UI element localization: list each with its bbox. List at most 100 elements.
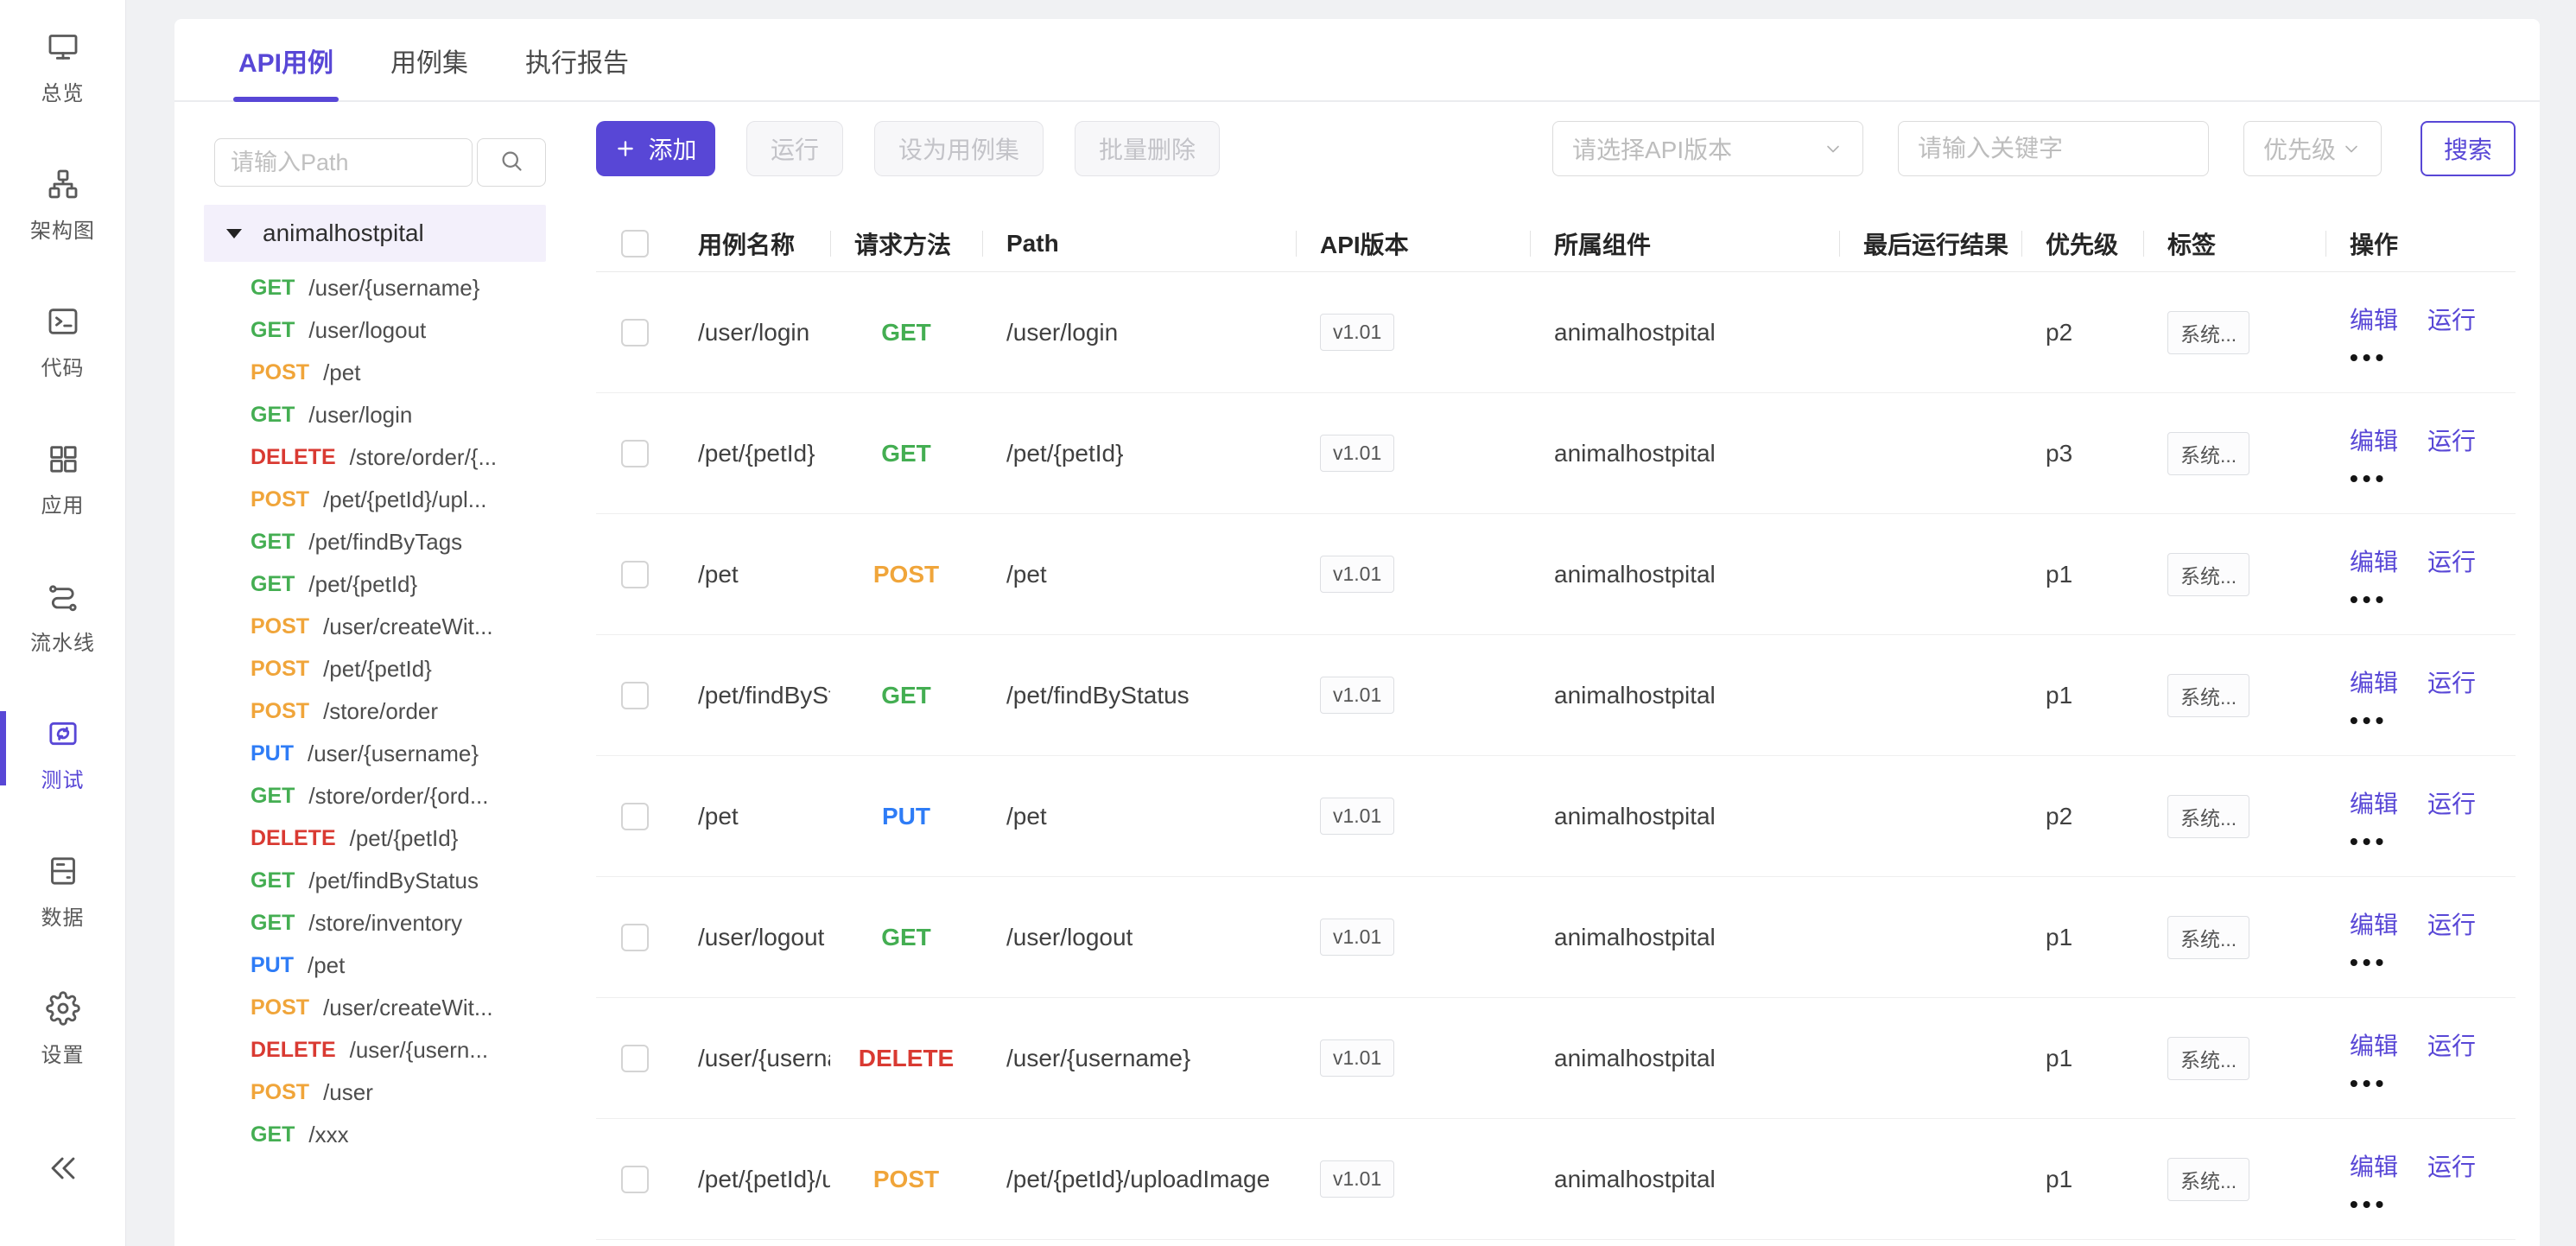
sidebar-item[interactable]: 代码 xyxy=(0,304,125,381)
add-button[interactable]: 添加 xyxy=(596,121,715,176)
tree-search-button[interactable] xyxy=(477,138,546,187)
run-button[interactable]: 运行 xyxy=(746,121,843,176)
data-icon xyxy=(46,854,80,893)
priority-select[interactable]: 优先级 xyxy=(2243,121,2382,176)
more-actions-icon[interactable]: ••• xyxy=(2350,352,2514,364)
tree-endpoint-item[interactable]: PUT /user/{username} xyxy=(214,733,546,775)
tag-badge: 系统... xyxy=(2167,432,2249,475)
sidebar-item-label: 设置 xyxy=(41,1038,85,1068)
sidebar-item[interactable]: 设置 xyxy=(0,991,125,1068)
row-checkbox[interactable] xyxy=(621,682,649,709)
tree-endpoint-item[interactable]: GET /store/order/{ord... xyxy=(214,775,546,817)
edit-link[interactable]: 编辑 xyxy=(2350,544,2398,578)
row-checkbox[interactable] xyxy=(621,924,649,951)
pipeline-icon xyxy=(46,579,80,618)
more-actions-icon[interactable]: ••• xyxy=(2350,473,2514,485)
edit-link[interactable]: 编辑 xyxy=(2350,302,2398,336)
run-link[interactable]: 运行 xyxy=(2427,785,2476,820)
tree-endpoint-item[interactable]: GET /user/login xyxy=(214,394,546,436)
sidebar-item-label: 流水线 xyxy=(30,626,95,656)
tree-endpoint-item[interactable]: GET /user/logout xyxy=(214,309,546,352)
row-checkbox[interactable] xyxy=(621,440,649,467)
sidebar-item[interactable]: 应用 xyxy=(0,442,125,518)
tree-endpoint-item[interactable]: POST /pet xyxy=(214,352,546,394)
tree-endpoint-item[interactable]: GET /xxx xyxy=(214,1114,546,1156)
tree-endpoint-item[interactable]: POST /pet/{petId}/upl... xyxy=(214,479,546,521)
edit-link[interactable]: 编辑 xyxy=(2350,1027,2398,1062)
tree-search-row xyxy=(214,138,546,187)
search-button[interactable]: 搜索 xyxy=(2421,121,2516,176)
edit-link[interactable]: 编辑 xyxy=(2350,785,2398,820)
endpoint-path: /store/order xyxy=(323,698,438,725)
tree-endpoint-item[interactable]: POST /user/createWit... xyxy=(214,606,546,648)
more-actions-icon[interactable]: ••• xyxy=(2350,715,2514,727)
tab[interactable]: API用例 xyxy=(238,19,333,100)
sidebar-item[interactable]: 流水线 xyxy=(0,579,125,656)
tree-endpoint-item[interactable]: DELETE /store/order/{... xyxy=(214,436,546,479)
run-link[interactable]: 运行 xyxy=(2427,544,2476,578)
select-all-checkbox[interactable] xyxy=(621,230,649,257)
tree-endpoint-item[interactable]: GET /user/{username} xyxy=(214,267,546,309)
tree-endpoint-item[interactable]: POST /user xyxy=(214,1071,546,1114)
api-version-select[interactable]: 请选择API版本 xyxy=(1552,121,1863,176)
col-header-last-result: 最后运行结果 xyxy=(1839,216,2021,271)
more-actions-icon[interactable]: ••• xyxy=(2350,836,2514,848)
run-link[interactable]: 运行 xyxy=(2427,1027,2476,1062)
sidebar-item[interactable]: 总览 xyxy=(0,29,125,106)
edit-link[interactable]: 编辑 xyxy=(2350,664,2398,699)
case-path: /pet xyxy=(982,803,1296,830)
run-link[interactable]: 运行 xyxy=(2427,664,2476,699)
tree-endpoint-item[interactable]: POST /user/createWit... xyxy=(214,987,546,1029)
row-checkbox[interactable] xyxy=(621,803,649,830)
tree-endpoint-item[interactable]: GET /pet/findByTags xyxy=(214,521,546,563)
sidebar-item[interactable]: 架构图 xyxy=(0,167,125,244)
tree-endpoint-item[interactable]: DELETE /pet/{petId} xyxy=(214,817,546,860)
more-actions-icon[interactable]: ••• xyxy=(2350,594,2514,606)
tab[interactable]: 执行报告 xyxy=(525,19,629,100)
tree-endpoint-item[interactable]: POST /pet/{petId} xyxy=(214,648,546,690)
row-checkbox[interactable] xyxy=(621,319,649,346)
chevron-down-icon xyxy=(1823,138,1843,159)
row-checkbox[interactable] xyxy=(621,1045,649,1072)
tab[interactable]: 用例集 xyxy=(390,19,468,100)
tree-root-node[interactable]: animalhostpital xyxy=(204,205,546,262)
run-link[interactable]: 运行 xyxy=(2427,423,2476,457)
more-actions-icon[interactable]: ••• xyxy=(2350,1198,2514,1211)
http-method-label: POST xyxy=(251,657,309,682)
tree-endpoint-item[interactable]: GET /pet/findByStatus xyxy=(214,860,546,902)
tree-endpoint-item[interactable]: GET /pet/{petId} xyxy=(214,563,546,606)
endpoint-path: /pet/{petId} xyxy=(323,656,432,683)
col-header-method: 请求方法 xyxy=(830,216,982,271)
tree-endpoint-item[interactable]: POST /store/order xyxy=(214,690,546,733)
more-actions-icon[interactable]: ••• xyxy=(2350,1078,2514,1090)
run-link[interactable]: 运行 xyxy=(2427,302,2476,336)
run-link[interactable]: 运行 xyxy=(2427,906,2476,941)
caret-down-icon xyxy=(226,229,242,238)
sidebar-item[interactable]: 数据 xyxy=(0,854,125,931)
toolbar-filters: 请选择API版本 优先级 搜索 xyxy=(1552,121,2516,176)
batch-delete-button[interactable]: 批量删除 xyxy=(1075,121,1220,176)
tree-endpoint-item[interactable]: GET /store/inventory xyxy=(214,902,546,944)
table-body: /user/login GET /user/login v1.01 animal… xyxy=(596,272,2516,1240)
edit-link[interactable]: 编辑 xyxy=(2350,1148,2398,1183)
case-path: /pet/{petId}/uploadImage xyxy=(982,1166,1296,1193)
edit-link[interactable]: 编辑 xyxy=(2350,906,2398,941)
run-link[interactable]: 运行 xyxy=(2427,1148,2476,1183)
http-method-label: DELETE xyxy=(251,445,336,470)
path-search-input[interactable] xyxy=(214,138,473,187)
row-checkbox[interactable] xyxy=(621,561,649,588)
set-suite-button[interactable]: 设为用例集 xyxy=(874,121,1044,176)
keyword-input[interactable] xyxy=(1898,121,2209,176)
row-checkbox[interactable] xyxy=(621,1166,649,1193)
edit-link[interactable]: 编辑 xyxy=(2350,423,2398,457)
sidebar-nav: 总览 架构图 代码 应用 流水线 测试 xyxy=(0,29,125,1128)
more-actions-icon[interactable]: ••• xyxy=(2350,957,2514,969)
collapse-sidebar-button[interactable] xyxy=(44,1149,82,1192)
main-card: API用例 用例集 执行报告 animalhostpital xyxy=(174,19,2540,1246)
tab-bar: API用例 用例集 执行报告 xyxy=(174,19,2540,102)
tree-endpoint-item[interactable]: DELETE /user/{usern... xyxy=(214,1029,546,1071)
tree-endpoint-item[interactable]: PUT /pet xyxy=(214,944,546,987)
sidebar-item[interactable]: 测试 xyxy=(0,716,125,793)
endpoint-path: /user/logout xyxy=(308,317,426,344)
http-method-label: POST xyxy=(251,699,309,724)
